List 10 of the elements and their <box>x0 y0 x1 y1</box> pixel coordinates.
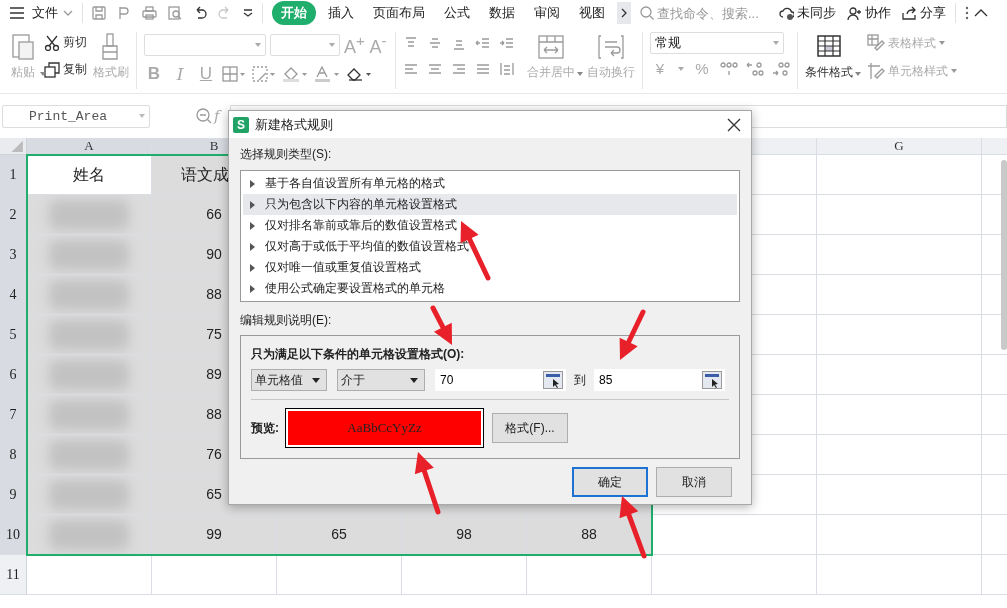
table-cell: 98 <box>402 515 527 555</box>
app-logo: S <box>233 116 249 133</box>
to-label: 到 <box>574 371 586 389</box>
function-label: f <box>214 107 220 125</box>
dialog-title: 新建格式规则 <box>255 115 334 134</box>
table-cell: 99 <box>152 515 277 555</box>
format-preview: AaBbCcYyZz <box>288 411 481 445</box>
table-cell: 65 <box>277 515 402 555</box>
table-cell: 88 <box>527 515 652 555</box>
preview-label: 预览: <box>251 419 279 437</box>
